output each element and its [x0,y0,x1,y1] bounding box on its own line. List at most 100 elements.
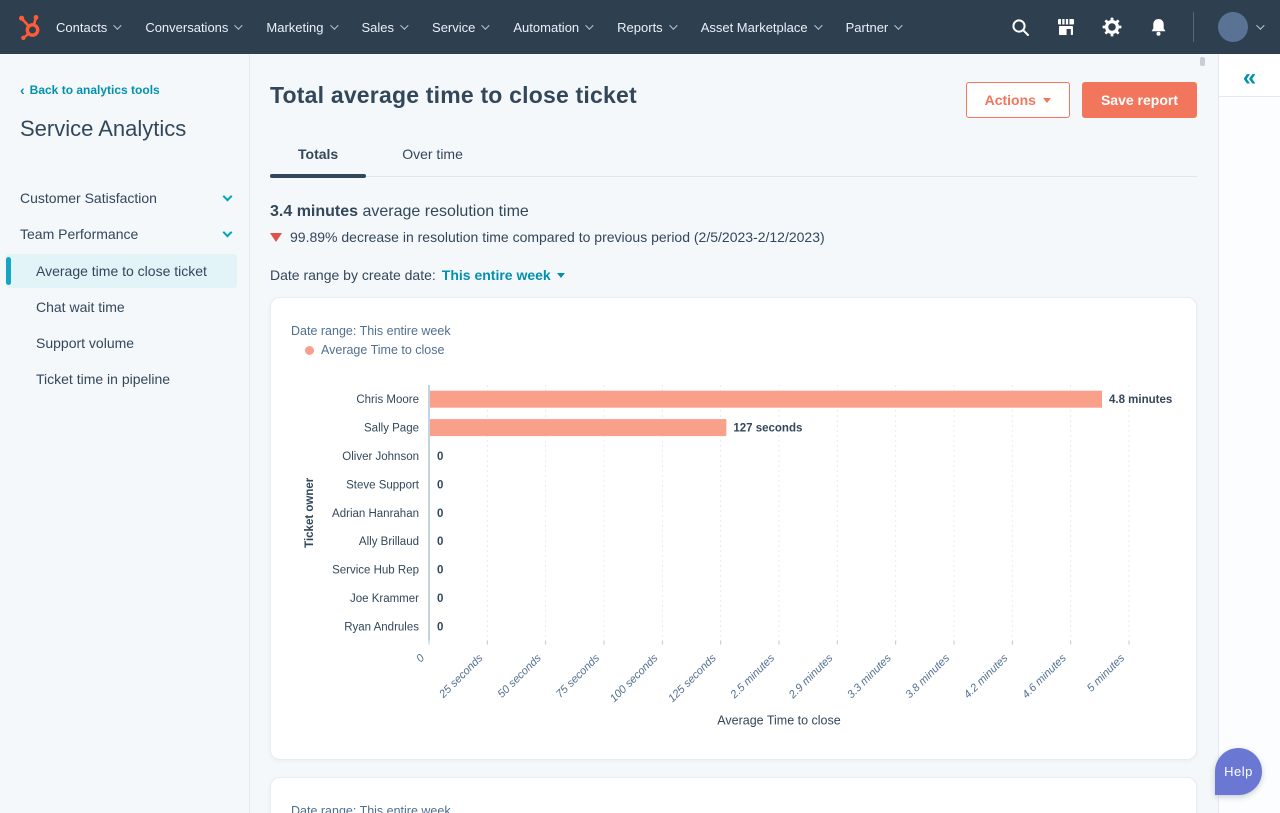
avatar[interactable] [1218,12,1248,42]
bar-value-label: 0 [437,508,443,520]
bar-value-label: 0 [437,593,443,605]
category-label: Oliver Johnson [342,451,419,463]
chart-date-range-note: Date range: This entire week [291,804,1176,813]
tab-totals[interactable]: Totals [284,138,352,176]
x-tick-label: 3.3 minutes [845,652,894,701]
bar-value-label: 0 [437,565,443,577]
category-label: Steve Support [346,479,420,491]
bar-value-label: 0 [437,451,443,463]
account-menu[interactable] [1218,12,1262,42]
scrollbar-thumb[interactable] [1200,57,1205,66]
chevron-down-icon [814,21,822,29]
nav-item-marketing[interactable]: Marketing [266,20,335,35]
actions-button[interactable]: Actions [966,82,1070,118]
settings-gear-icon[interactable] [1101,16,1123,38]
category-label: Ally Brillaud [359,536,419,548]
nav-item-sales[interactable]: Sales [362,20,407,35]
legend-dot-icon [305,346,314,355]
summary-headline: 3.4 minutes average resolution time [270,203,1197,221]
page-title: Total average time to close ticket [270,82,637,109]
nav-menu: Contacts Conversations Marketing Sales S… [56,20,900,35]
chart-card: Date range: This entire week Average Tim… [270,297,1197,760]
nav-item-contacts[interactable]: Contacts [56,20,119,35]
chevron-down-icon [223,228,233,238]
right-panel-body [1219,97,1280,813]
marketplace-icon[interactable] [1055,16,1077,38]
sidebar-item-chat-wait-time[interactable]: Chat wait time [6,290,237,324]
nav-item-reports[interactable]: Reports [617,20,675,35]
nav-utilities [1009,12,1262,42]
chart-legend[interactable]: Average Time to close [305,343,1176,357]
chevron-down-icon [894,21,902,29]
x-tick-label: 4.2 minutes [962,652,1011,701]
x-tick-label: 2.5 minutes [728,652,778,702]
chevron-left-icon: ‹ [20,85,25,95]
search-icon[interactable] [1009,16,1031,38]
report-main-area: Total average time to close ticket Actio… [250,54,1218,813]
x-tick-label: 125 seconds [666,652,719,705]
category-label: Adrian Hanrahan [332,508,419,520]
tab-over-time[interactable]: Over time [388,138,477,176]
x-tick-label: 100 seconds [608,652,661,705]
help-button[interactable]: Help [1215,748,1262,795]
chevron-down-icon [1256,21,1264,29]
sidebar-title: Service Analytics [20,116,231,142]
sidebar-group-customer-satisfaction[interactable]: Customer Satisfaction [0,180,249,216]
summary-value: 3.4 minutes [270,203,358,220]
collapse-panel-icon[interactable]: « [1243,68,1256,88]
category-label: Sally Page [364,423,419,435]
sidebar-item-average-time-to-close-ticket[interactable]: Average time to close ticket [6,254,237,288]
bar-value-label: 127 seconds [733,423,802,435]
date-range-selector[interactable]: This entire week [442,267,565,283]
back-to-analytics-tools-link[interactable]: ‹ Back to analytics tools [20,83,160,97]
chevron-down-icon [223,192,233,202]
x-tick-label: 50 seconds [496,652,545,701]
x-tick-label: 4.6 minutes [1020,652,1069,701]
nav-item-automation[interactable]: Automation [513,20,591,35]
category-label: Joe Krammer [350,593,419,605]
second-chart-card: Date range: This entire week [270,777,1197,813]
nav-divider [1193,12,1194,42]
nav-item-partner[interactable]: Partner [846,20,901,35]
x-tick-label: 25 seconds [436,652,485,701]
sidebar-item-support-volume[interactable]: Support volume [6,326,237,360]
sidebar-item-ticket-time-in-pipeline[interactable]: Ticket time in pipeline [6,362,237,396]
x-axis-title: Average Time to close [717,714,840,728]
bar-value-label: 4.8 minutes [1109,394,1172,406]
chevron-down-icon [330,21,338,29]
bar-value-label: 0 [437,479,443,491]
chevron-down-icon [669,21,677,29]
notifications-bell-icon[interactable] [1147,16,1169,38]
nav-item-conversations[interactable]: Conversations [145,20,240,35]
bar-value-label: 0 [437,536,443,548]
top-navigation: Contacts Conversations Marketing Sales S… [0,0,1280,54]
chevron-down-icon [113,21,121,29]
bar[interactable] [430,391,1102,408]
caret-down-icon [1043,98,1051,103]
nav-item-service[interactable]: Service [432,20,487,35]
bar-value-label: 0 [437,621,443,633]
caret-down-icon [557,273,565,278]
y-axis-title: Ticket owner [304,477,316,548]
x-tick-label: 0 [414,652,427,665]
chart-date-range-note: Date range: This entire week [291,324,1176,338]
x-tick-label: 75 seconds [554,652,603,701]
category-label: Chris Moore [356,394,419,406]
nav-item-asset-marketplace[interactable]: Asset Marketplace [701,20,820,35]
hubspot-logo-icon[interactable] [12,10,46,44]
x-tick-label: 2.9 minutes [786,652,836,702]
chevron-down-icon [585,21,593,29]
bar[interactable] [430,419,726,436]
chevron-down-icon [482,21,490,29]
report-tabs: Totals Over time [270,138,1197,177]
x-tick-label: 5 minutes [1085,652,1128,695]
chevron-down-icon [400,21,408,29]
bar-chart: 0 25 seconds50 seconds75 seconds100 secon… [291,379,1176,744]
summary-delta: 99.89% decrease in resolution time compa… [270,229,1197,245]
sidebar-group-team-performance[interactable]: Team Performance [0,216,249,252]
date-range-row: Date range by create date: This entire w… [270,267,1197,283]
save-report-button[interactable]: Save report [1082,82,1197,118]
chevron-down-icon [235,21,243,29]
x-tick-label: 3.8 minutes [903,652,952,701]
category-label: Service Hub Rep [332,565,419,577]
